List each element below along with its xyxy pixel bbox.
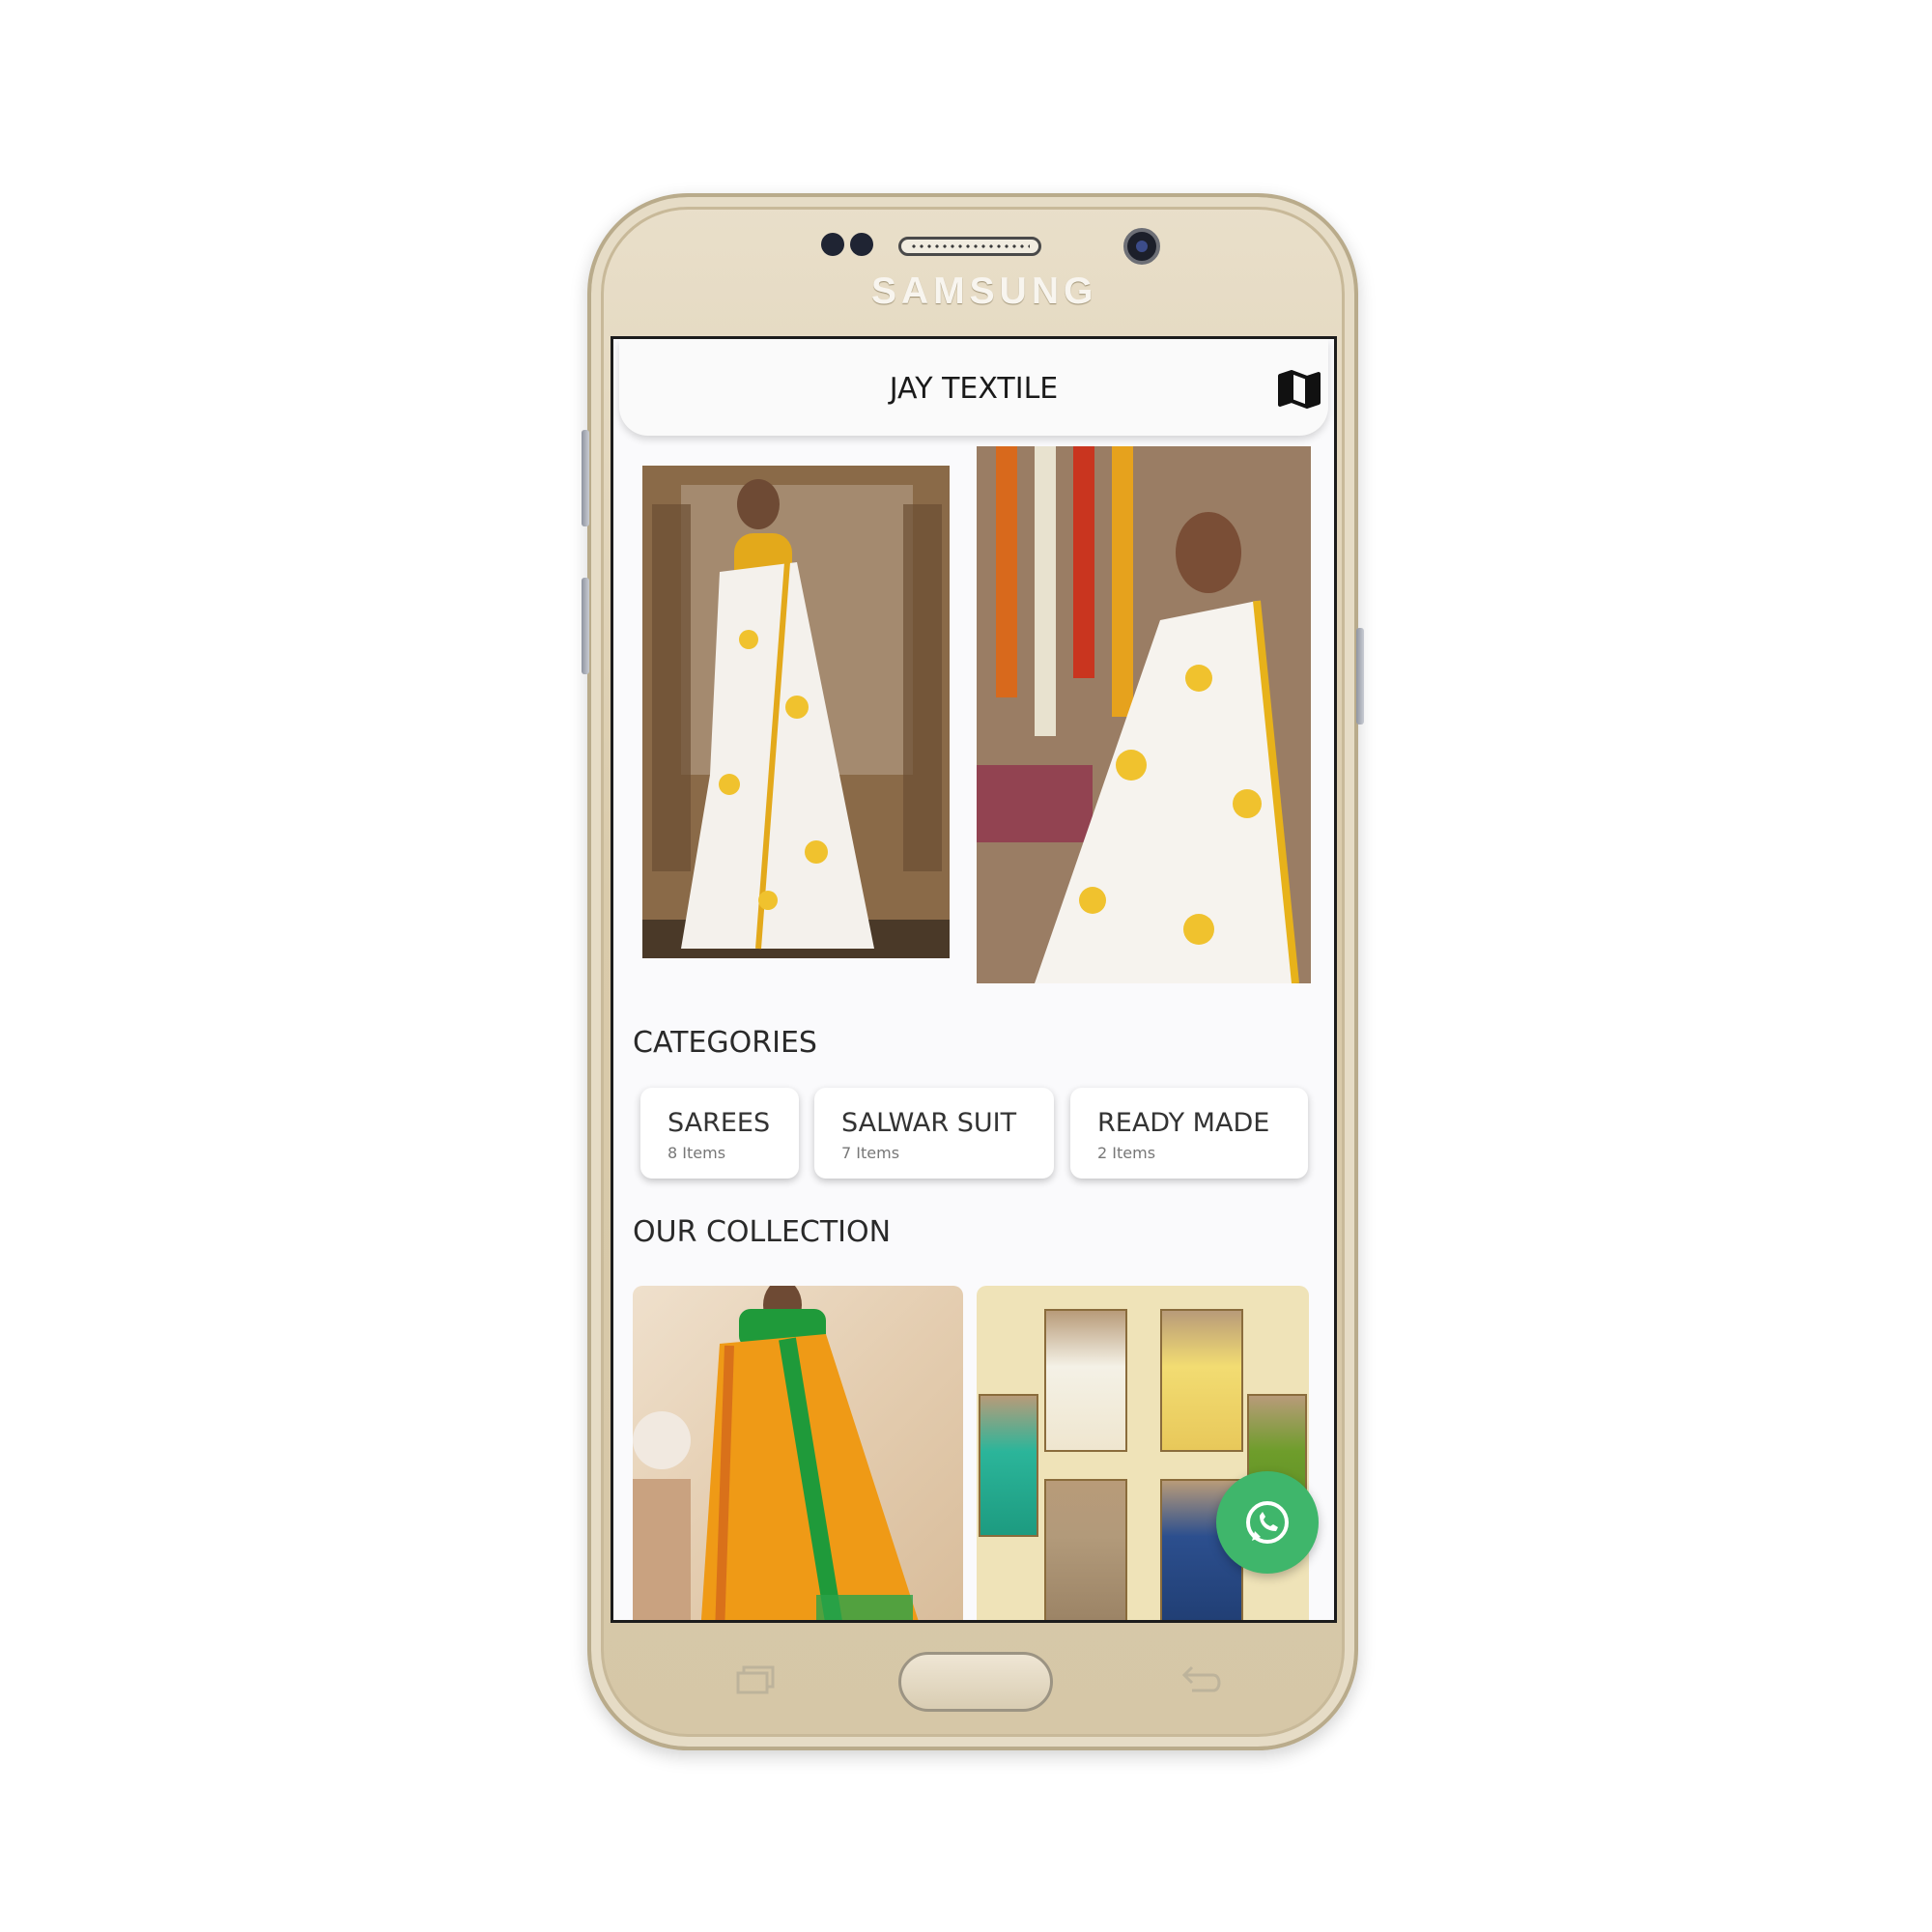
app-screen: JAY TEXTILE CATEGORIES SAREES 8 Items SA…	[611, 336, 1337, 1623]
catalog-thumb	[1044, 1309, 1127, 1452]
orange-saree-illustration	[633, 1286, 919, 1620]
app-header: JAY TEXTILE	[619, 339, 1328, 436]
map-icon[interactable]	[1278, 370, 1321, 409]
home-button[interactable]	[898, 1652, 1053, 1712]
saree-model-illustration	[642, 466, 950, 958]
back-icon[interactable]	[1180, 1663, 1223, 1696]
collection-item-1[interactable]	[633, 1286, 963, 1620]
categories-heading: CATEGORIES	[633, 1026, 817, 1060]
category-card-salwar-suit[interactable]: SALWAR SUIT 7 Items	[814, 1088, 1054, 1179]
whatsapp-icon	[1246, 1501, 1289, 1544]
catalog-thumb	[979, 1394, 1038, 1537]
proximity-sensor	[821, 233, 844, 256]
category-count: 2 Items	[1097, 1144, 1156, 1162]
power-button	[1356, 628, 1364, 724]
earpiece-speaker	[898, 237, 1041, 256]
whatsapp-fab[interactable]	[1216, 1471, 1319, 1574]
front-camera	[1123, 228, 1160, 265]
light-sensor	[850, 233, 873, 256]
banner-image-1[interactable]	[642, 466, 950, 958]
category-count: 7 Items	[841, 1144, 900, 1162]
category-label: SALWAR SUIT	[841, 1108, 1017, 1138]
brand-logo: SAMSUNG	[871, 270, 1098, 312]
catalog-thumb	[1160, 1309, 1243, 1452]
catalog-thumb	[1044, 1479, 1127, 1620]
saree-model-closeup-illustration	[977, 446, 1311, 983]
category-card-sarees[interactable]: SAREES 8 Items	[640, 1088, 799, 1179]
category-card-ready-made[interactable]: READY MADE 2 Items	[1070, 1088, 1308, 1179]
recent-apps-icon[interactable]	[734, 1663, 777, 1696]
volume-up-button	[582, 430, 589, 526]
category-count: 8 Items	[668, 1144, 726, 1162]
banner-image-2[interactable]	[977, 446, 1311, 983]
app-title: JAY TEXTILE	[889, 372, 1059, 406]
volume-down-button	[582, 578, 589, 674]
collection-heading: OUR COLLECTION	[633, 1215, 892, 1249]
category-label: READY MADE	[1097, 1108, 1270, 1138]
category-label: SAREES	[668, 1108, 771, 1138]
